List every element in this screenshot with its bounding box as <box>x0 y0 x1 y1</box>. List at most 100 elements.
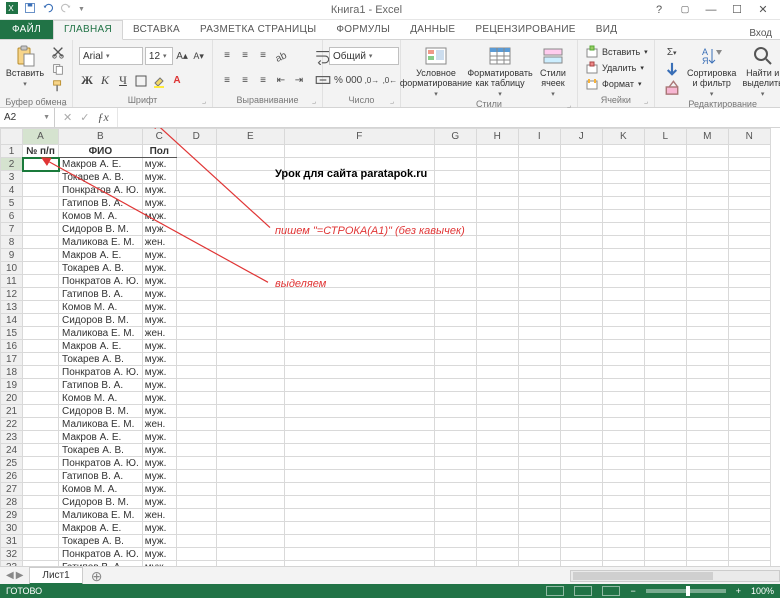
cell[interactable] <box>476 301 518 314</box>
select-all-corner[interactable] <box>1 129 23 145</box>
bold-button[interactable]: Ж <box>79 73 95 89</box>
row-header[interactable]: 31 <box>1 535 23 548</box>
cell[interactable] <box>284 392 434 405</box>
cell[interactable]: муж. <box>142 275 176 288</box>
cell[interactable]: Понкратов А. Ю. <box>59 366 143 379</box>
cell[interactable] <box>560 431 602 444</box>
cell[interactable] <box>434 509 476 522</box>
cell[interactable] <box>434 483 476 496</box>
cell[interactable] <box>602 275 644 288</box>
fx-icon[interactable]: ƒx <box>97 110 108 125</box>
align-center-icon[interactable]: ≡ <box>237 72 253 88</box>
cell[interactable] <box>284 249 434 262</box>
tab-view[interactable]: ВИД <box>586 21 628 39</box>
italic-button[interactable]: К <box>97 73 113 89</box>
cell[interactable] <box>602 197 644 210</box>
cell[interactable] <box>560 158 602 171</box>
cell[interactable] <box>476 509 518 522</box>
cell[interactable] <box>518 210 560 223</box>
cell[interactable] <box>23 522 59 535</box>
cell[interactable] <box>434 301 476 314</box>
cell[interactable] <box>728 405 770 418</box>
cell[interactable] <box>518 353 560 366</box>
cell[interactable] <box>176 431 216 444</box>
column-header[interactable]: E <box>216 129 284 145</box>
cell[interactable] <box>728 262 770 275</box>
cell[interactable] <box>176 223 216 236</box>
cell[interactable] <box>686 418 728 431</box>
cell[interactable] <box>602 145 644 158</box>
decrease-font-icon[interactable]: A▾ <box>191 48 206 64</box>
cell[interactable] <box>644 366 686 379</box>
cell[interactable] <box>560 548 602 561</box>
cell[interactable] <box>476 275 518 288</box>
cell[interactable] <box>176 288 216 301</box>
cell[interactable] <box>560 353 602 366</box>
cell[interactable] <box>23 483 59 496</box>
sort-filter-button[interactable]: AЯ Сортировка и фильтр▾ <box>687 42 737 98</box>
cell[interactable]: муж. <box>142 457 176 470</box>
format-as-table-button[interactable]: Форматировать как таблицу▾ <box>469 42 531 98</box>
cell[interactable] <box>476 444 518 457</box>
cell[interactable] <box>686 483 728 496</box>
cell[interactable] <box>434 470 476 483</box>
cell[interactable] <box>728 379 770 392</box>
cell[interactable] <box>476 197 518 210</box>
cell[interactable] <box>284 470 434 483</box>
cell[interactable] <box>176 249 216 262</box>
cell[interactable] <box>518 236 560 249</box>
cell[interactable] <box>602 340 644 353</box>
cell[interactable] <box>476 535 518 548</box>
cell[interactable]: Маликова Е. М. <box>59 509 143 522</box>
column-header[interactable]: K <box>602 129 644 145</box>
cell[interactable] <box>644 418 686 431</box>
cell[interactable] <box>686 301 728 314</box>
tab-file[interactable]: ФАЙЛ <box>0 20 53 39</box>
row-header[interactable]: 8 <box>1 236 23 249</box>
cell[interactable] <box>728 314 770 327</box>
cell[interactable] <box>644 379 686 392</box>
cell[interactable] <box>176 262 216 275</box>
row-header[interactable]: 3 <box>1 171 23 184</box>
cell[interactable] <box>216 197 284 210</box>
cell[interactable] <box>686 171 728 184</box>
cell[interactable] <box>518 379 560 392</box>
cell[interactable] <box>728 522 770 535</box>
cell[interactable] <box>23 509 59 522</box>
cell[interactable]: муж. <box>142 483 176 496</box>
cell[interactable] <box>728 210 770 223</box>
tab-data[interactable]: ДАННЫЕ <box>400 21 465 39</box>
cell[interactable] <box>476 470 518 483</box>
cell[interactable] <box>216 535 284 548</box>
cell[interactable] <box>23 418 59 431</box>
cell[interactable]: Комов М. А. <box>59 301 143 314</box>
row-header[interactable]: 6 <box>1 210 23 223</box>
cell[interactable] <box>728 236 770 249</box>
cell[interactable]: муж. <box>142 171 176 184</box>
row-header[interactable]: 11 <box>1 275 23 288</box>
cell[interactable] <box>476 366 518 379</box>
sheet-tab[interactable]: Лист1 <box>29 567 82 585</box>
cell[interactable] <box>518 145 560 158</box>
cell[interactable] <box>602 418 644 431</box>
cell[interactable] <box>216 470 284 483</box>
cell[interactable] <box>23 197 59 210</box>
font-name-dropdown[interactable]: Arial▾ <box>79 47 143 65</box>
cell[interactable] <box>476 249 518 262</box>
cell[interactable] <box>476 392 518 405</box>
align-top-icon[interactable]: ≡ <box>219 48 235 64</box>
cell[interactable] <box>728 145 770 158</box>
cell[interactable] <box>644 431 686 444</box>
cell[interactable] <box>216 340 284 353</box>
cell[interactable] <box>23 379 59 392</box>
cell[interactable]: Макров А. Е. <box>59 522 143 535</box>
cell[interactable] <box>284 340 434 353</box>
view-page-break-icon[interactable] <box>602 586 620 596</box>
cell[interactable] <box>176 236 216 249</box>
cell[interactable] <box>518 444 560 457</box>
cell[interactable] <box>23 496 59 509</box>
cell-styles-button[interactable]: Стили ячеек▾ <box>533 42 573 98</box>
cell[interactable] <box>644 392 686 405</box>
cell[interactable] <box>476 236 518 249</box>
cell[interactable] <box>560 496 602 509</box>
